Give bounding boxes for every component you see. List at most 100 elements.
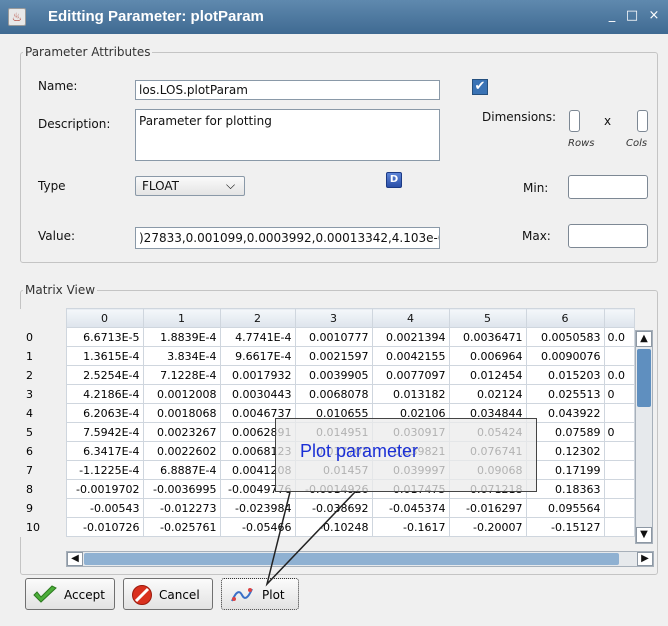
- table-cell[interactable]: 0.095564: [525, 498, 605, 518]
- column-header[interactable]: 3: [294, 308, 373, 328]
- table-cell[interactable]: 1.3615E-4: [65, 346, 144, 366]
- cols-field[interactable]: [637, 110, 648, 132]
- table-cell[interactable]: 6.3417E-4: [65, 441, 144, 461]
- scroll-up-icon[interactable]: ▲: [636, 331, 652, 347]
- table-cell[interactable]: 0.013182: [371, 384, 450, 404]
- table-cell[interactable]: 2.5254E-4: [65, 365, 144, 385]
- table-row[interactable]: 1 1.3615E-4 3.834E-4 9.6617E-4 0.0021597 0.00…: [20, 346, 635, 366]
- table-cell[interactable]: 0.0042155: [371, 346, 450, 366]
- table-cell[interactable]: 0.012454: [448, 365, 527, 385]
- table-cell[interactable]: 0.0030443: [219, 384, 296, 404]
- table-cell[interactable]: -0.20007: [448, 517, 527, 537]
- minimize-icon[interactable]: _: [604, 8, 620, 24]
- table-cell[interactable]: 0: [603, 422, 635, 442]
- table-cell[interactable]: 4.2186E-4: [65, 384, 144, 404]
- table-cell[interactable]: 0.025513: [525, 384, 605, 404]
- table-cell[interactable]: 0.0018068: [142, 403, 221, 423]
- table-cell[interactable]: -0.010726: [65, 517, 144, 537]
- table-cell[interactable]: 0.18363: [525, 479, 605, 499]
- vertical-scroll-thumb[interactable]: [637, 349, 651, 407]
- table-cell[interactable]: 3.834E-4: [142, 346, 221, 366]
- table-cell[interactable]: -0.045374: [371, 498, 450, 518]
- name-field[interactable]: los.LOS.plotParam: [135, 80, 440, 100]
- table-cell[interactable]: -0.0036995: [142, 479, 221, 499]
- checkbox-checked[interactable]: ✔: [472, 79, 488, 95]
- table-cell[interactable]: 0.0068078: [294, 384, 373, 404]
- column-header[interactable]: 0: [65, 308, 144, 328]
- table-cell[interactable]: 0.0017932: [219, 365, 296, 385]
- table-cell[interactable]: 0.0021597: [294, 346, 373, 366]
- table-row[interactable]: 2 2.5254E-4 7.1228E-4 0.0017932 0.0039905 0.0…: [20, 365, 635, 385]
- table-cell[interactable]: 0.0050583: [525, 327, 605, 347]
- table-cell[interactable]: 0.0: [603, 365, 635, 385]
- table-cell[interactable]: 0.043922: [525, 403, 605, 423]
- column-header[interactable]: 1: [142, 308, 221, 328]
- table-cell[interactable]: 7.5942E-4: [65, 422, 144, 442]
- cancel-button[interactable]: Cancel: [123, 578, 213, 610]
- table-cell[interactable]: -0.0019702: [65, 479, 144, 499]
- table-cell[interactable]: [603, 498, 635, 518]
- table-cell[interactable]: 0.0: [603, 327, 635, 347]
- table-cell[interactable]: 0.0022602: [142, 441, 221, 461]
- table-cell[interactable]: [603, 441, 635, 461]
- accept-button-label: Accept: [64, 588, 105, 602]
- table-cell[interactable]: 0.12302: [525, 441, 605, 461]
- column-header[interactable]: 2: [219, 308, 296, 328]
- table-cell[interactable]: -0.00543: [65, 498, 144, 518]
- table-cell[interactable]: 0.0077097: [371, 365, 450, 385]
- table-cell[interactable]: 6.8887E-4: [142, 460, 221, 480]
- table-cell[interactable]: 0.0036471: [448, 327, 527, 347]
- type-dropdown[interactable]: FLOAT ⌵: [135, 176, 245, 196]
- description-field[interactable]: Parameter for plotting: [135, 109, 440, 161]
- table-cell[interactable]: -0.15127: [525, 517, 605, 537]
- table-cell[interactable]: 0.015203: [525, 365, 605, 385]
- table-cell[interactable]: 0.07589: [525, 422, 605, 442]
- table-cell[interactable]: [603, 403, 635, 423]
- table-cell[interactable]: 6.2063E-4: [65, 403, 144, 423]
- accept-button[interactable]: Accept: [25, 578, 115, 610]
- table-cell[interactable]: [603, 517, 635, 537]
- table-cell[interactable]: -0.1617: [371, 517, 450, 537]
- vertical-scrollbar[interactable]: ▲ ▼: [635, 330, 653, 544]
- column-header[interactable]: 6: [525, 308, 605, 328]
- scroll-right-icon[interactable]: ▶: [637, 552, 653, 566]
- table-cell[interactable]: 0.006964: [448, 346, 527, 366]
- value-field[interactable]: )27833,0.001099,0.0003992,0.00013342,4.1…: [135, 227, 440, 249]
- table-cell[interactable]: 0.0039905: [294, 365, 373, 385]
- table-row[interactable]: 0 6.6713E-5 1.8839E-4 4.7741E-4 0.0010777 0.0…: [20, 327, 635, 347]
- table-cell[interactable]: 0.0012008: [142, 384, 221, 404]
- scroll-left-icon[interactable]: ◀: [67, 552, 83, 566]
- table-cell[interactable]: 0: [603, 384, 635, 404]
- table-cell[interactable]: [603, 460, 635, 480]
- window-title-bar[interactable]: ♨ Editting Parameter: plotParam _ □ ×: [0, 0, 668, 34]
- column-header[interactable]: 4: [371, 308, 450, 328]
- column-header[interactable]: [603, 308, 635, 328]
- rows-field[interactable]: [569, 110, 580, 132]
- table-cell[interactable]: -0.025761: [142, 517, 221, 537]
- table-cell[interactable]: 1.8839E-4: [142, 327, 221, 347]
- table-cell[interactable]: 0.17199: [525, 460, 605, 480]
- table-cell[interactable]: [603, 346, 635, 366]
- max-field[interactable]: [568, 224, 648, 248]
- window-title: Editting Parameter: plotParam: [48, 8, 264, 25]
- table-cell[interactable]: 9.6617E-4: [219, 346, 296, 366]
- table-cell[interactable]: 4.7741E-4: [219, 327, 296, 347]
- table-row[interactable]: 3 4.2186E-4 0.0012008 0.0030443 0.0068078 0.0…: [20, 384, 635, 404]
- table-cell[interactable]: 0.02124: [448, 384, 527, 404]
- table-cell[interactable]: -0.016297: [448, 498, 527, 518]
- table-cell[interactable]: 0.0090076: [525, 346, 605, 366]
- table-cell[interactable]: -1.1225E-4: [65, 460, 144, 480]
- column-header[interactable]: 5: [448, 308, 527, 328]
- close-icon[interactable]: ×: [646, 8, 662, 24]
- table-cell[interactable]: [603, 479, 635, 499]
- min-field[interactable]: [568, 175, 648, 199]
- maximize-icon[interactable]: □: [624, 8, 640, 24]
- d-button[interactable]: D: [386, 172, 402, 188]
- table-cell[interactable]: -0.012273: [142, 498, 221, 518]
- table-cell[interactable]: 0.0010777: [294, 327, 373, 347]
- table-cell[interactable]: 0.0023267: [142, 422, 221, 442]
- scroll-down-icon[interactable]: ▼: [636, 527, 652, 543]
- table-cell[interactable]: 0.0021394: [371, 327, 450, 347]
- table-cell[interactable]: 6.6713E-5: [65, 327, 144, 347]
- table-cell[interactable]: 7.1228E-4: [142, 365, 221, 385]
